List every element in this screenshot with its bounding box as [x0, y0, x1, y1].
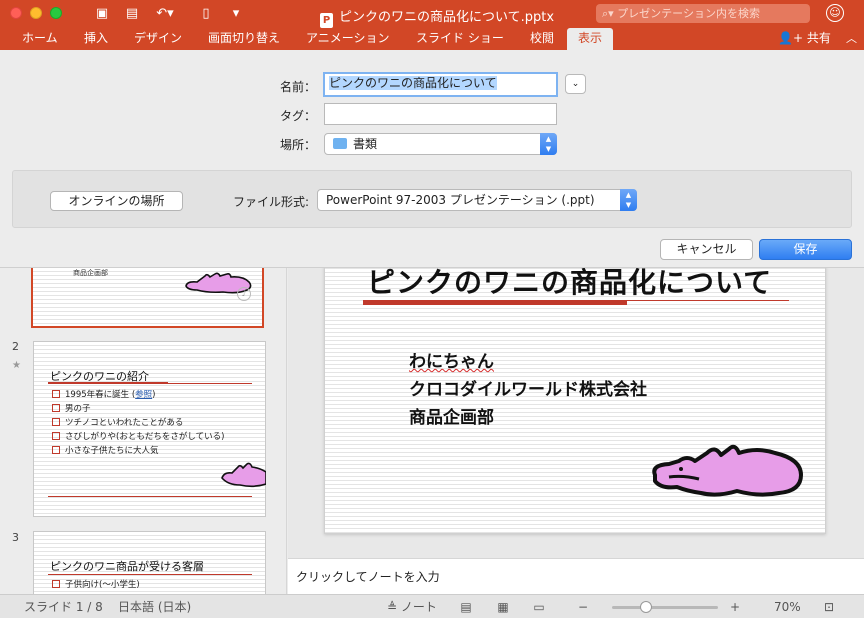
minimize-window-button[interactable] [30, 7, 42, 19]
pptx-file-icon: P [320, 13, 333, 28]
main-slide[interactable]: ピンクのワニの商品化について わにちゃん クロコダイルワールド株式会社 商品企画… [324, 268, 826, 534]
slide-sorter-icon[interactable]: ▦ [496, 601, 510, 613]
search-field[interactable]: ⌕▾ プレゼンテーション内を検索 [596, 4, 810, 23]
ribbon-tabs: ホーム 挿入 デザイン 画面切り替え アニメーション スライド ショー 校閲 表… [0, 28, 864, 50]
main-slide-title[interactable]: ピンクのワニの商品化について [367, 269, 772, 297]
document-title: P ピンクのワニの商品化について.pptx [320, 6, 554, 28]
tab-design[interactable]: デザイン [134, 28, 182, 50]
normal-view-icon[interactable]: ▤ [459, 601, 473, 613]
format-panel: オンラインの場所 ファイル形式: PowerPoint 97-2003 プレゼン… [12, 170, 852, 228]
language-indicator[interactable]: 日本語 (日本) [118, 595, 191, 618]
save-button[interactable]: 保存 [759, 239, 852, 260]
slide-thumbnail-3[interactable]: ピンクのワニ商品が受ける客層 子供向け(～小学生) [33, 531, 266, 594]
thumb2-bullet: 1995年春に誕生 (参照) [52, 390, 156, 401]
location-label: 場所： [279, 138, 316, 152]
popup-arrows-icon: ▲ ▼ [620, 189, 637, 211]
feedback-smiley-icon[interactable]: ☺ [826, 4, 844, 22]
location-select[interactable]: 書類 ▲ ▼ [324, 133, 557, 155]
chevron-down-icon: ⌄ [571, 79, 580, 89]
customize-toolbar-icon[interactable]: ▾ [228, 6, 244, 22]
notes-toggle-label: ノート [400, 600, 437, 614]
fit-to-window-icon[interactable]: ⊡ [822, 601, 836, 613]
sidebar-toggle-icon[interactable]: ▣ [94, 6, 110, 22]
name-label: 名前： [279, 80, 316, 94]
notes-toggle-button[interactable]: ≜ ノート [387, 595, 437, 618]
location-value: 書類 [353, 137, 378, 151]
slide-line-3[interactable]: 商品企画部 [409, 407, 494, 429]
tab-review[interactable]: 校閲 [530, 28, 554, 50]
reference-link[interactable]: 参照 [135, 390, 152, 400]
slide-line-2[interactable]: クロコダイルワールド株式会社 [409, 379, 647, 401]
thumb2-number: 2 [12, 340, 19, 353]
pink-crocodile-image [221, 462, 266, 488]
thumb2-bullet: 小さな子供たちに大人気 [52, 446, 159, 457]
zoom-level[interactable]: 70% [774, 595, 801, 618]
folder-icon [333, 138, 347, 149]
filename-input[interactable]: ピンクのワニの商品化について [323, 72, 558, 97]
tab-animations[interactable]: アニメーション [306, 28, 390, 50]
thumb2-star-icon: ★ [12, 360, 21, 371]
file-format-value: PowerPoint 97-2003 プレゼンテーション (.ppt) [326, 193, 595, 207]
file-format-label: ファイル形式: [233, 195, 310, 209]
slide-line-1[interactable]: わにちゃん [409, 351, 494, 373]
zoom-in-button[interactable]: + [730, 595, 740, 618]
tags-input[interactable] [324, 103, 557, 125]
save-dialog-sheet: 名前： ピンクのワニの商品化について ⌄ タグ： 場所： 書類 ▲ ▼ オンラインの… [0, 50, 864, 268]
thumb2-bullet: さびしがりや(おともだちをさがしている) [52, 432, 224, 443]
title-underline-bar [363, 300, 627, 305]
bullet-text: ) [152, 390, 156, 400]
undo-icon[interactable]: ↶▾ [154, 6, 176, 22]
search-placeholder: プレゼンテーション内を検索 [617, 7, 760, 20]
thumb2-title-rule [48, 383, 252, 384]
thumb3-title: ピンクのワニ商品が受ける客層 [50, 560, 204, 573]
tab-transitions[interactable]: 画面切り替え [208, 28, 280, 50]
thumb1-subtitle: 商品企画部 [73, 269, 108, 277]
bullet-text: 1995年春に誕生 ( [65, 390, 136, 400]
title-bar: ▣ ▤ ↶▾ ▯ ▾ P ピンクのワニの商品化について.pptx ⌕▾ プレゼンテ… [0, 0, 864, 28]
collapse-ribbon-icon[interactable]: ︿ [846, 28, 857, 50]
slide-editor[interactable]: ピンクのワニの商品化について わにちゃん クロコダイルワールド株式会社 商品企画… [288, 268, 864, 558]
save-icon[interactable]: ▤ [124, 6, 140, 22]
slide-thumbnail-2[interactable]: ピンクのワニの紹介 1995年春に誕生 (参照) 男の子 ツチノコといわれたこと… [33, 341, 266, 517]
pink-crocodile-image[interactable] [647, 431, 805, 499]
play-sound-icon: ♪ [237, 287, 251, 301]
tab-insert[interactable]: 挿入 [84, 28, 108, 50]
zoom-out-button[interactable]: − [578, 595, 588, 618]
notes-icon: ≜ [387, 600, 401, 614]
thumb3-number: 3 [12, 531, 19, 544]
thumb3-title-rule [48, 574, 252, 575]
zoom-slider[interactable] [612, 606, 718, 609]
notes-pane[interactable]: クリックしてノートを入力 [288, 558, 864, 594]
thumb2-bullet: ツチノコといわれたことがある [52, 418, 183, 429]
file-format-select[interactable]: PowerPoint 97-2003 プレゼンテーション (.ppt) ▲ ▼ [317, 189, 637, 211]
share-button[interactable]: 👤+ 共有 [778, 28, 831, 50]
expand-dialog-button[interactable]: ⌄ [565, 74, 586, 94]
thumb2-footer-rule [48, 496, 252, 497]
tab-slideshow[interactable]: スライド ショー [416, 28, 504, 50]
zoom-slider-knob[interactable] [640, 601, 652, 613]
status-bar: スライド 1 / 8 日本語 (日本) ≜ ノート ▤ ▦ ▭ − + 70% … [0, 594, 864, 618]
online-locations-button[interactable]: オンラインの場所 [50, 191, 183, 211]
slide-indicator: スライド 1 / 8 [24, 600, 103, 614]
reading-view-icon[interactable]: ▭ [532, 601, 546, 613]
cancel-button[interactable]: キャンセル [660, 239, 753, 260]
document-title-text: ピンクのワニの商品化について.pptx [339, 10, 555, 25]
powerpoint-window: ▣ ▤ ↶▾ ▯ ▾ P ピンクのワニの商品化について.pptx ⌕▾ プレゼンテ… [0, 0, 864, 618]
share-label: 共有 [806, 31, 831, 45]
thumb3-bullet: 子供向け(～小学生) [52, 580, 140, 591]
tab-home[interactable]: ホーム [22, 28, 58, 50]
thumb2-bullet: 男の子 [52, 404, 91, 415]
filename-value: ピンクのワニの商品化について [329, 76, 497, 90]
tags-label: タグ： [279, 109, 316, 123]
zoom-window-button[interactable] [50, 7, 62, 19]
slide-thumbnail-1[interactable]: 商品企画部 ♪ [31, 268, 264, 328]
redo-icon[interactable]: ▯ [198, 6, 214, 22]
slide-thumbnail-pane[interactable]: 商品企画部 ♪ 2 ★ ピンクのワニの紹介 1995年春に誕生 (参照) 男の子… [0, 268, 287, 594]
tab-view[interactable]: 表示 [567, 28, 613, 50]
add-person-icon: 👤+ [778, 31, 807, 45]
slide-line-1-text: わにちゃん [409, 352, 494, 372]
close-window-button[interactable] [10, 7, 22, 19]
popup-arrows-icon: ▲ ▼ [540, 133, 557, 155]
